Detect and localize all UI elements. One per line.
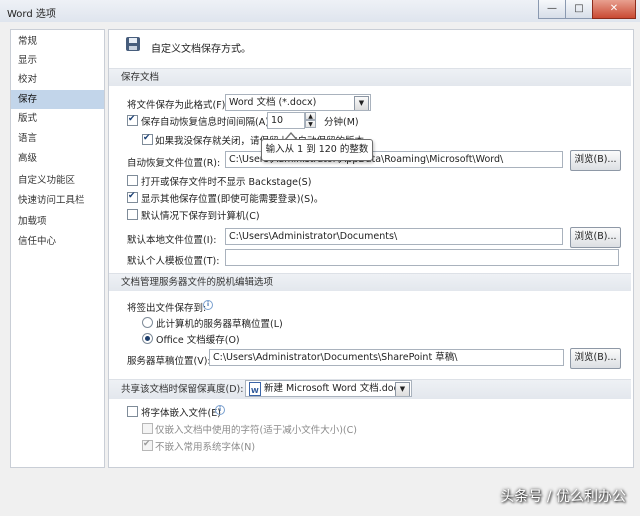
template-location-label: 默认个人模板位置(T): [127,256,220,267]
window-controls: — □ ✕ [538,0,636,19]
sidebar-item-advanced[interactable]: 高级 [11,149,104,168]
server-drafts-radio[interactable] [142,317,153,328]
browse-autorecover-button[interactable]: 浏览(B)... [570,150,621,171]
sidebar-item-general[interactable]: 常规 [11,32,104,51]
drafts-location-input[interactable]: C:\Users\Administrator\Documents\SharePo… [209,349,564,366]
sidebar-item-trust-center[interactable]: 信任中心 [11,232,104,251]
sidebar-item-typography[interactable]: 版式 [11,109,104,128]
save-to-computer-label: 默认情况下保存到计算机(C) [141,211,260,222]
section-header-offline-editing: 文档管理服务器文件的脱机编辑选项 [109,273,631,291]
no-backstage-label: 打开或保存文件时不显示 Backstage(S) [141,177,312,188]
word-document-icon [249,382,261,396]
save-format-select[interactable]: Word 文档 (*.docx) ▼ [225,94,371,111]
no-common-fonts-label: 不嵌入常用系统字体(N) [155,442,256,453]
no-common-fonts-checkbox[interactable] [142,439,153,451]
window-title: Word 选项 [7,9,56,20]
minimize-button[interactable]: — [538,0,566,19]
embed-fonts-label: 将字体嵌入文件(E) [141,408,221,419]
title-bar: Word 选项 — □ ✕ [0,0,640,23]
autorecover-location-label: 自动恢复文件位置(R): [127,158,221,169]
autorecover-label: 保存自动恢复信息时间间隔(A) [141,117,269,128]
sidebar-item-quick-access[interactable]: 快速访问工具栏 [11,191,104,210]
minutes-range-tooltip: 输入从 1 到 120 的整数 [261,139,373,161]
show-other-locations-label: 显示其他保存位置(即使可能需要登录)(S)。 [141,194,324,205]
sidebar-item-display[interactable]: 显示 [11,51,104,70]
floppy-disk-icon [126,37,140,51]
keep-last-version-checkbox[interactable] [142,133,153,145]
sidebar-item-save[interactable]: 保存 [11,90,104,109]
save-to-computer-checkbox[interactable] [127,209,138,220]
sidebar-item-language[interactable]: 语言 [11,129,104,148]
fidelity-document-value: 新建 Microsoft Word 文档.docx [264,383,405,394]
spin-up-icon[interactable]: ▲ [305,112,316,120]
office-cache-radio[interactable] [142,333,153,344]
template-location-input[interactable] [225,249,619,266]
page-description: 自定义文档保存方式。 [151,44,251,55]
server-drafts-label: 此计算机的服务器草稿位置(L) [156,319,283,330]
info-icon: i [203,300,213,310]
local-location-input[interactable]: C:\Users\Administrator\Documents\ [225,228,563,245]
options-sidebar: 常规 显示 校对 保存 版式 语言 高级 自定义功能区 快速访问工具栏 加载项 … [10,29,105,468]
sidebar-item-customize-ribbon[interactable]: 自定义功能区 [11,171,104,190]
local-location-label: 默认本地文件位置(I): [127,235,217,246]
checkout-save-to-label: 将签出文件保存到: [127,303,207,314]
embed-used-chars-label: 仅嵌入文档中使用的字符(适于减小文件大小)(C) [155,425,357,436]
minutes-unit-label: 分钟(M) [324,117,359,128]
close-button[interactable]: ✕ [592,0,636,19]
autorecover-minutes-input[interactable]: 10 [267,112,305,129]
info-icon: i [215,405,225,415]
show-other-locations-checkbox[interactable] [127,191,138,203]
embed-used-chars-checkbox[interactable] [142,423,153,434]
browse-local-button[interactable]: 浏览(B)... [570,227,621,248]
chevron-down-icon[interactable]: ▼ [354,96,369,110]
maximize-button[interactable]: □ [565,0,593,19]
watermark-text: 头条号 / 优么利办公 [500,489,626,505]
save-format-value: Word 文档 (*.docx) [229,97,317,108]
spin-down-icon[interactable]: ▼ [305,120,316,128]
no-backstage-checkbox[interactable] [127,175,138,186]
fidelity-label: 共享该文档时保留保真度(D): [121,384,244,395]
chevron-down-icon[interactable]: ▼ [395,382,410,396]
minutes-spinner[interactable]: ▲ ▼ [305,112,316,129]
fidelity-document-select[interactable]: 新建 Microsoft Word 文档.docx ▼ [245,380,412,397]
office-cache-label: Office 文档缓存(O) [156,335,240,346]
autorecover-checkbox[interactable] [127,114,138,126]
section-header-save-documents: 保存文档 [109,68,631,86]
sidebar-item-proofing[interactable]: 校对 [11,70,104,89]
drafts-location-label: 服务器草稿位置(V): [127,356,211,367]
browse-drafts-button[interactable]: 浏览(B)... [570,348,621,369]
save-format-label: 将文件保存为此格式(F): [127,100,229,111]
embed-fonts-checkbox[interactable] [127,406,138,417]
sidebar-item-addins[interactable]: 加载项 [11,212,104,231]
